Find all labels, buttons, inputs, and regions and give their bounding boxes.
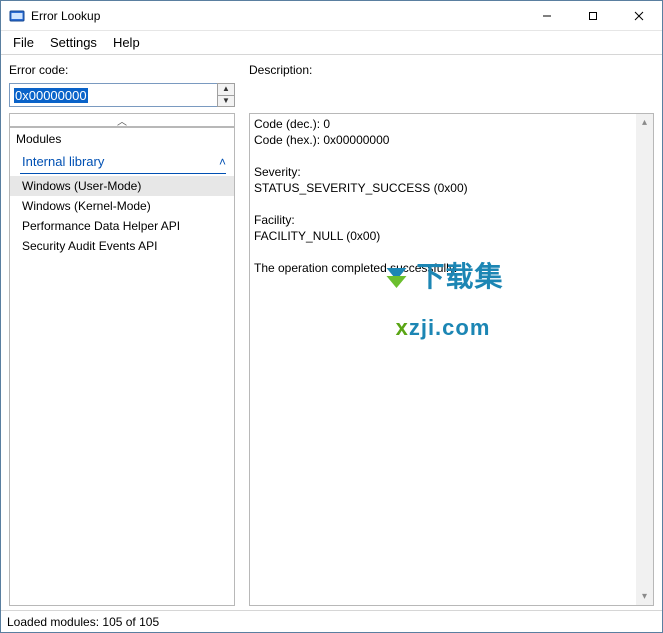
error-code-input[interactable]: 0x00000000 [9,83,217,107]
code-hex-value: 0x00000000 [323,133,389,147]
code-dec-value: 0 [323,117,330,131]
menu-file[interactable]: File [5,31,42,54]
code-dec-label: Code (dec.): [254,117,323,131]
module-item[interactable]: Performance Data Helper API [10,216,234,236]
scroll-down-icon[interactable]: ▾ [636,588,653,605]
client-area: Error code: 0x00000000 ▲ ▼ Description: [1,55,662,610]
scroll-up-icon[interactable]: ▴ [636,114,653,131]
spin-down-button[interactable]: ▼ [218,95,234,107]
modules-collapse-handle[interactable]: ︿ [9,113,235,127]
module-item[interactable]: Windows (User-Mode) [10,176,234,196]
error-code-value: 0x00000000 [14,88,88,103]
severity-label: Severity: [254,165,301,179]
description-message: The operation completed successfully. [254,261,457,275]
close-button[interactable] [616,1,662,31]
menu-settings[interactable]: Settings [42,31,105,54]
maximize-button[interactable] [570,1,616,31]
watermark: 下载集 xzji.com [382,234,503,368]
menu-bar: File Settings Help [1,31,662,55]
error-code-label: Error code: [9,63,235,77]
modules-list: Windows (User-Mode) Windows (Kernel-Mode… [10,176,234,605]
section-divider [20,173,226,174]
modules-section-header[interactable]: Internal library ˄ [10,150,234,173]
menu-help[interactable]: Help [105,31,148,54]
status-bar: Loaded modules: 105 of 105 [1,610,662,632]
module-item[interactable]: Security Audit Events API [10,236,234,256]
module-item[interactable]: Windows (Kernel-Mode) [10,196,234,216]
description-box: Code (dec.): 0 Code (hex.): 0x00000000 S… [249,113,654,606]
chevron-up-icon: ˄ [219,155,226,169]
spin-up-button[interactable]: ▲ [218,84,234,95]
description-text[interactable]: Code (dec.): 0 Code (hex.): 0x00000000 S… [250,114,636,605]
chevron-up-icon: ︿ [117,113,127,128]
window-title: Error Lookup [31,9,524,23]
description-scrollbar[interactable]: ▴ ▾ [636,114,653,605]
modules-section-name: Internal library [22,154,219,169]
app-icon [9,8,25,24]
modules-title: Modules [10,128,234,150]
facility-value: FACILITY_NULL (0x00) [254,229,380,243]
error-code-spinner: ▲ ▼ [217,83,235,107]
description-label: Description: [249,63,654,77]
severity-value: STATUS_SEVERITY_SUCCESS (0x00) [254,181,468,195]
facility-label: Facility: [254,213,295,227]
code-hex-label: Code (hex.): [254,133,323,147]
modules-panel: Modules Internal library ˄ Windows (User… [9,127,235,606]
title-bar[interactable]: Error Lookup [1,1,662,31]
watermark-url: xzji.com [382,320,503,336]
status-text: Loaded modules: 105 of 105 [7,615,159,629]
app-window: Error Lookup File Settings Help Error co… [0,0,663,633]
minimize-button[interactable] [524,1,570,31]
